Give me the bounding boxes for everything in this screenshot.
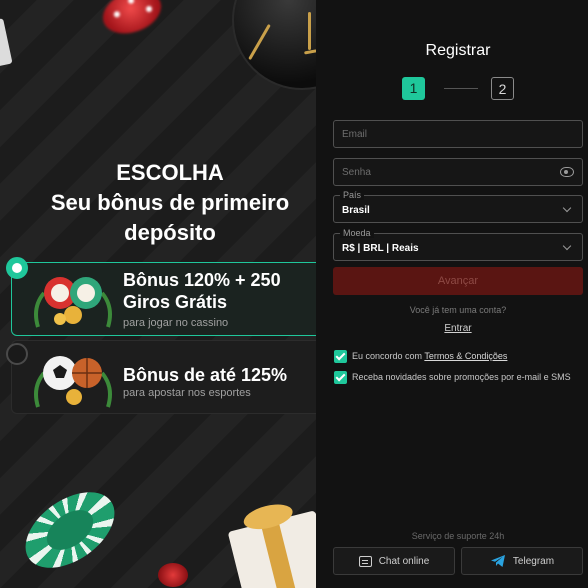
headline-line-1: ESCOLHA	[116, 160, 224, 185]
radio-icon-unselected[interactable]	[6, 343, 28, 365]
promo-headline: ESCOLHA Seu bônus de primeiro depósito	[0, 158, 316, 248]
telegram-button[interactable]: Telegram	[461, 547, 583, 575]
terms-prefix: Eu concordo com	[352, 351, 425, 361]
login-link[interactable]: Entrar	[316, 323, 588, 334]
register-title: Registrar	[425, 42, 491, 59]
bonus-title-sports: Bônus de até 125%	[123, 365, 288, 385]
bonus-title-casino-line1: Bônus 120% + 250	[123, 270, 281, 290]
email-input[interactable]	[334, 121, 582, 147]
red-chip-small-decoration	[158, 563, 188, 587]
advance-button[interactable]: Avançar	[333, 267, 583, 295]
telegram-label: Telegram	[512, 555, 555, 567]
support-label: Serviço de suporte 24h	[411, 531, 505, 541]
country-select[interactable]: País Brasil	[333, 190, 583, 223]
currency-label: Moeda	[340, 228, 374, 238]
sports-balls-icon	[34, 356, 112, 408]
currency-select[interactable]: Moeda R$ | BRL | Reais	[333, 228, 583, 261]
currency-value: R$ | BRL | Reais	[342, 243, 419, 254]
bonus-title-casino-line2: Giros Grátis	[123, 292, 228, 312]
bonus-title-casino: Bônus 120% + 250 Giros Grátis	[123, 269, 281, 313]
password-field[interactable]	[333, 158, 583, 186]
step-indicator-2: 2	[491, 77, 514, 100]
casino-chips-icon	[34, 277, 112, 328]
chevron-down-icon[interactable]	[562, 203, 572, 213]
have-account-text: Você já tem uma conta?	[409, 305, 507, 315]
step-indicator-1: 1	[402, 77, 425, 100]
chat-online-label: Chat online	[378, 555, 430, 567]
radio-icon-selected[interactable]	[6, 257, 28, 279]
red-chip-decoration	[96, 0, 168, 42]
email-field[interactable]	[333, 120, 583, 148]
chat-icon	[358, 555, 372, 567]
bonus-option-sports[interactable]: Bônus de até 125% para apostar nos espor…	[6, 340, 316, 414]
password-input[interactable]	[334, 159, 582, 185]
soccer-ball-decoration	[232, 0, 316, 90]
bonus-subtitle-sports: para apostar nos esportes	[123, 387, 251, 399]
register-panel: Registrar 1 2 País Brasil Moeda R$ | BRL…	[316, 0, 588, 588]
country-value: Brasil	[342, 205, 370, 216]
chat-online-button[interactable]: Chat online	[333, 547, 455, 575]
terms-link[interactable]: Termos & Condições	[424, 351, 507, 361]
headline-line-2: Seu bônus de primeiro	[50, 190, 290, 215]
terms-label: Eu concordo com Termos & Condições	[352, 350, 584, 363]
bonus-subtitle-casino: para jogar no cassino	[123, 317, 229, 329]
news-label: Receba novidades sobre promoções por e-m…	[352, 372, 571, 382]
green-chip-decoration	[11, 476, 129, 584]
headline-line-3: depósito	[124, 220, 216, 245]
news-checkbox[interactable]	[334, 371, 347, 384]
chevron-down-icon[interactable]	[562, 241, 572, 251]
telegram-icon	[490, 555, 505, 567]
playing-card-decoration	[0, 18, 13, 68]
gift-box-decoration	[227, 500, 316, 588]
terms-checkbox[interactable]	[334, 350, 347, 363]
bonus-option-casino[interactable]: Bônus 120% + 250 Giros Grátis para jogar…	[6, 257, 316, 336]
country-label: País	[340, 190, 365, 200]
promo-panel: ESCOLHA Seu bônus de primeiro depósito B…	[0, 0, 316, 588]
eye-icon[interactable]	[560, 167, 574, 177]
step-divider	[444, 88, 478, 89]
